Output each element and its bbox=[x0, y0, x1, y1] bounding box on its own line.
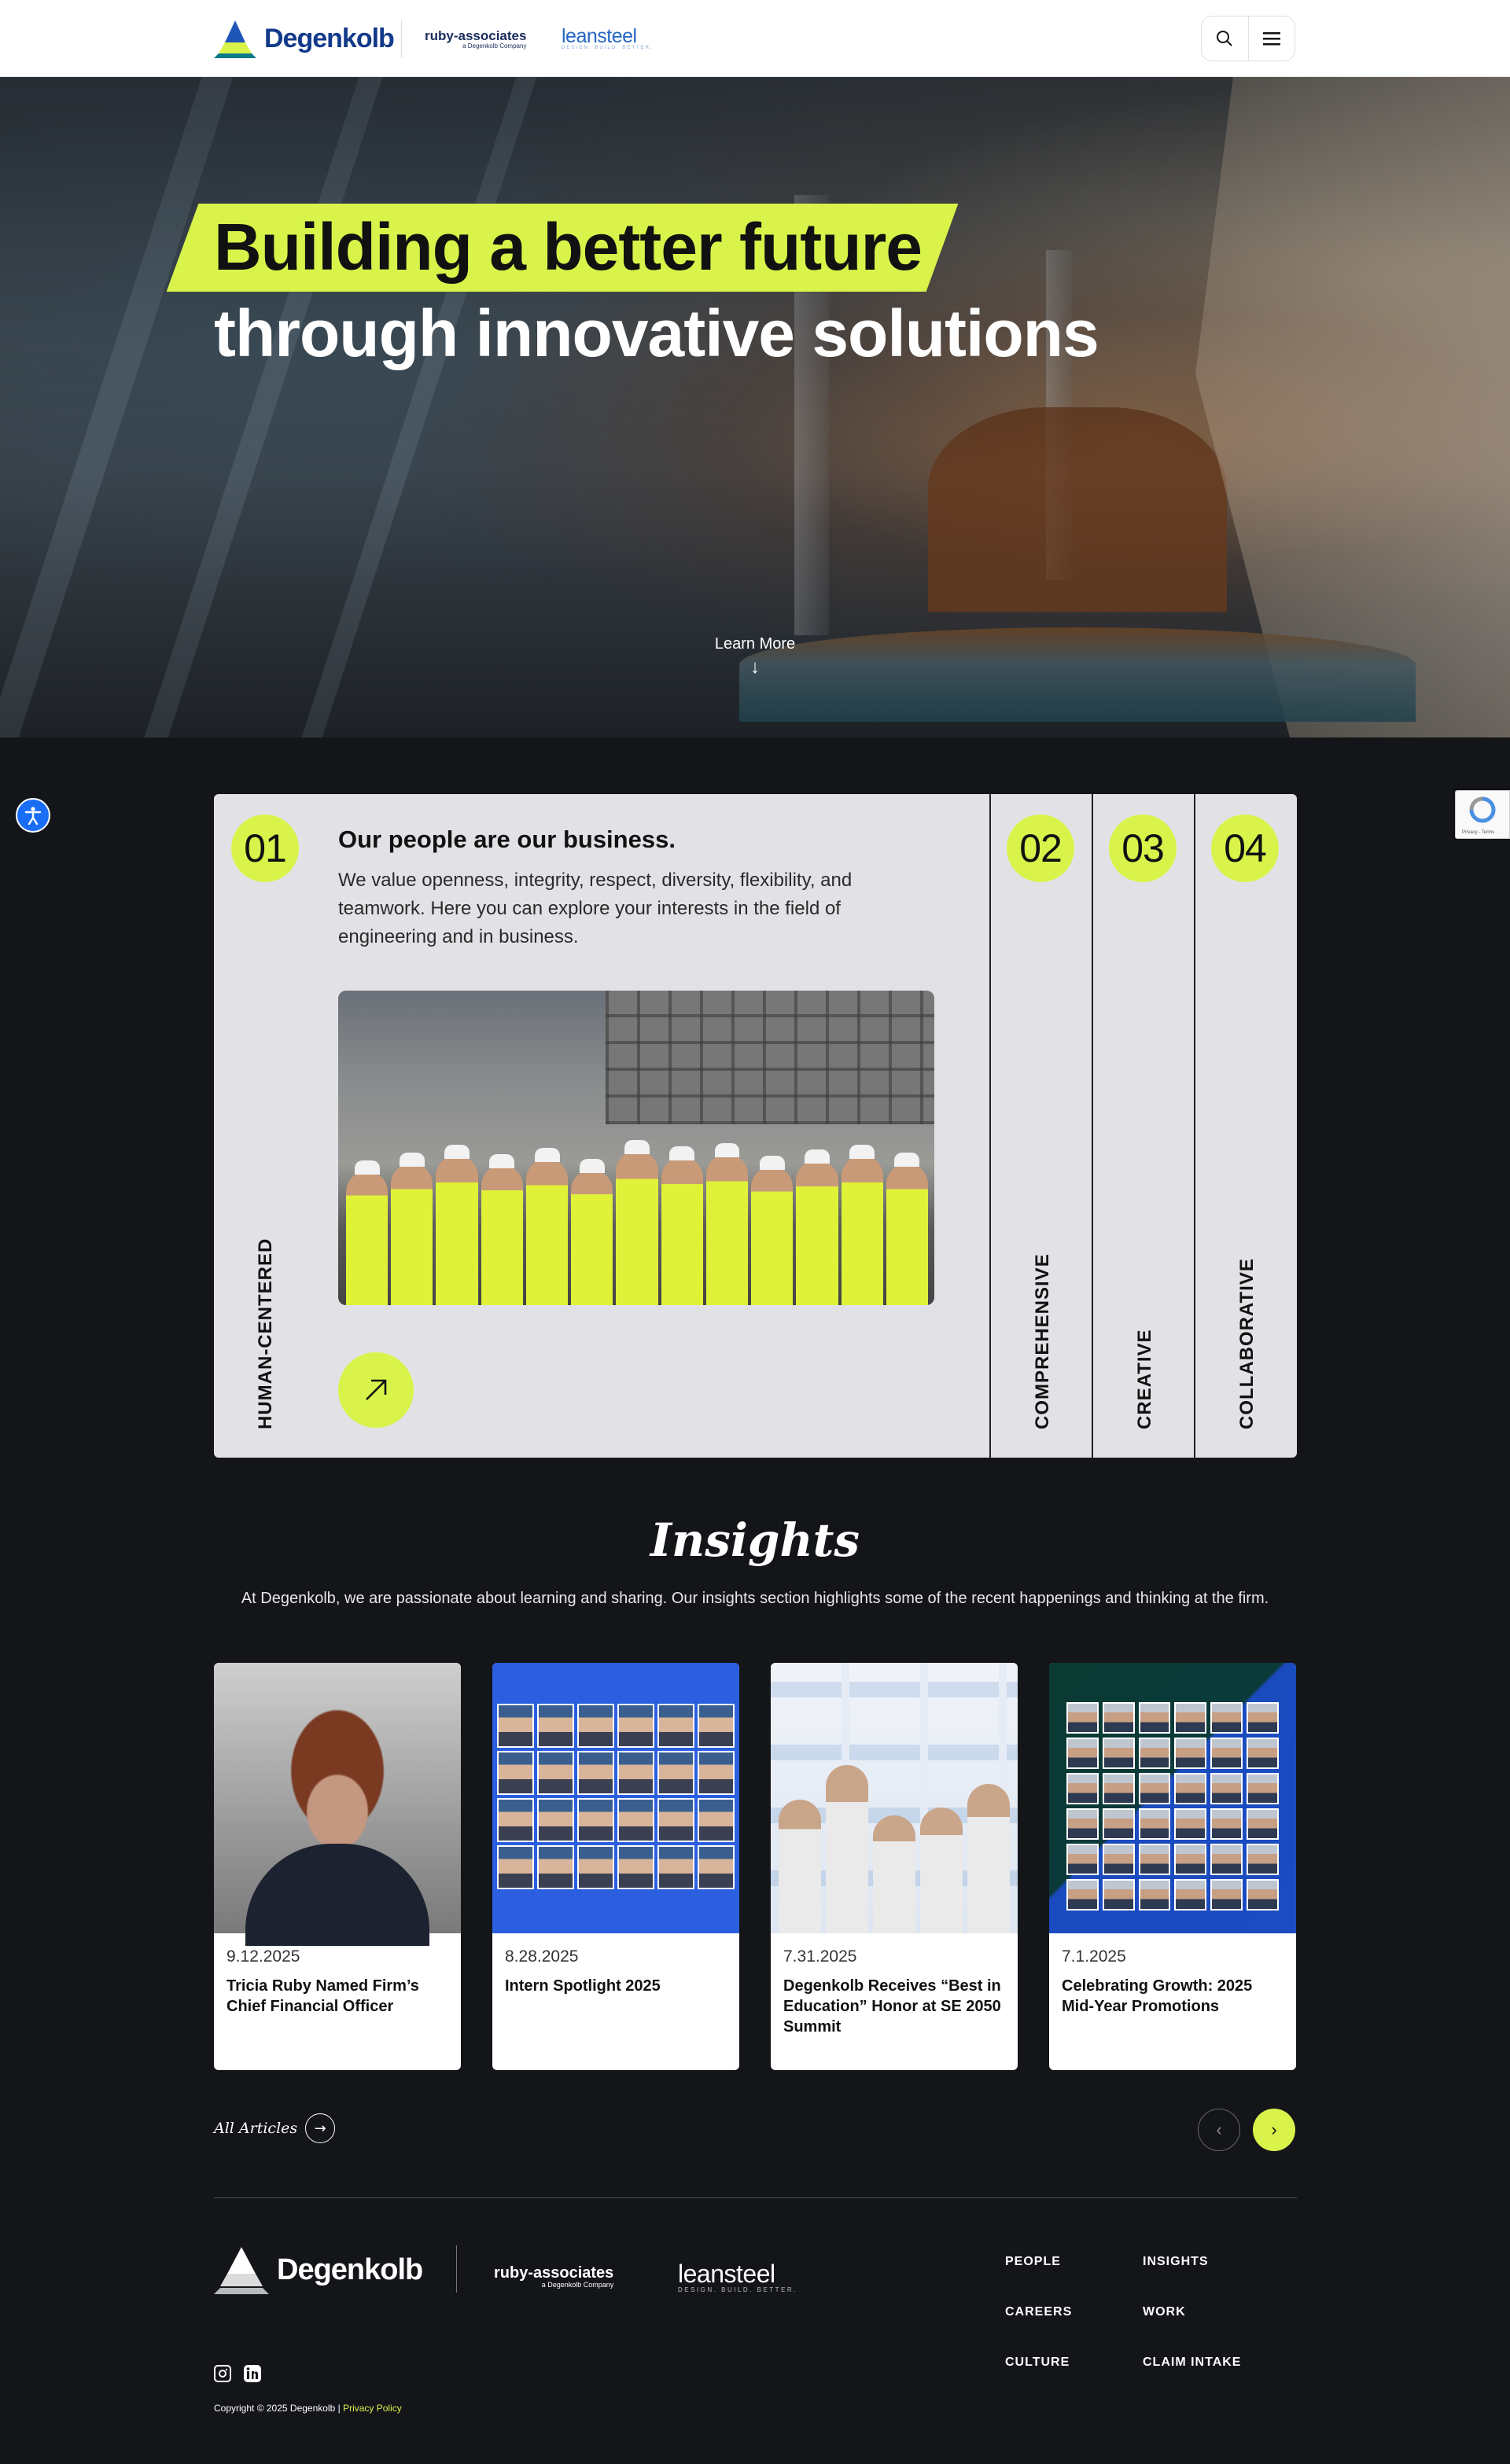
carousel-next-button[interactable]: › bbox=[1253, 2109, 1295, 2151]
value-description: We value openness, integrity, respect, d… bbox=[338, 870, 853, 947]
ruby-associates-tagline: a Degenkolb Company bbox=[462, 42, 527, 50]
footer-brand-text: Degenkolb bbox=[277, 2253, 423, 2286]
arrow-up-right-icon bbox=[366, 1379, 387, 1400]
leansteel-tagline: DESIGN. BUILD. BETTER. bbox=[562, 46, 654, 50]
footer-link-culture[interactable]: CULTURE bbox=[1005, 2356, 1070, 2370]
leansteel-logo-text: leansteel bbox=[562, 25, 637, 47]
article-image bbox=[214, 1663, 461, 1946]
hero-title-line-2: through innovative solutions bbox=[214, 296, 1099, 370]
site-header: Degenkolb ruby-associates a Degenkolb Co… bbox=[0, 0, 1510, 77]
footer-ruby-associates-logo[interactable]: ruby-associates a Degenkolb Company bbox=[494, 2264, 613, 2289]
menu-icon bbox=[1262, 32, 1280, 46]
article-date: 9.12.2025 bbox=[226, 1947, 300, 1966]
value-tab-label: CREATIVE bbox=[1134, 1329, 1155, 1429]
degenkolb-logo-mark-icon bbox=[214, 2247, 269, 2294]
linkedin-icon[interactable] bbox=[244, 2365, 261, 2382]
footer-degenkolb-logo[interactable]: Degenkolb bbox=[214, 2245, 423, 2294]
degenkolb-logo[interactable]: Degenkolb bbox=[214, 19, 395, 58]
arrow-down-icon: ↓ bbox=[750, 656, 760, 678]
value-panel-human-centered: 01 HUMAN-CENTERED Our people are our bus… bbox=[214, 794, 989, 1458]
search-button[interactable] bbox=[1202, 17, 1248, 61]
degenkolb-logo-text: Degenkolb bbox=[264, 23, 395, 53]
article-card[interactable]: 7.1.2025 Celebrating Growth: 2025 Mid-Ye… bbox=[1049, 1663, 1296, 2070]
footer-link-people[interactable]: PEOPLE bbox=[1005, 2255, 1061, 2269]
chevron-left-icon: ‹ bbox=[1216, 2120, 1222, 2139]
copyright-text: Copyright © 2025 Degenkolb | bbox=[214, 2403, 344, 2414]
footer-divider bbox=[214, 2197, 1297, 2198]
header-divider bbox=[401, 20, 402, 58]
value-number: 01 bbox=[231, 815, 299, 882]
footer-logo-divider bbox=[456, 2245, 457, 2293]
value-tab-number: 02 bbox=[1007, 815, 1074, 882]
footer-ruby-text: ruby-associates bbox=[494, 2264, 614, 2282]
instagram-icon[interactable] bbox=[214, 2365, 231, 2382]
article-image bbox=[492, 1663, 739, 1933]
copyright: Copyright © 2025 Degenkolb | Privacy Pol… bbox=[214, 2403, 402, 2414]
value-label-vertical: HUMAN-CENTERED bbox=[255, 1238, 276, 1429]
footer-leansteel-text: leansteel bbox=[678, 2260, 775, 2288]
recaptcha-terms: Privacy - Terms bbox=[1462, 830, 1495, 835]
footer-link-insights[interactable]: INSIGHTS bbox=[1143, 2255, 1209, 2269]
article-card[interactable]: 7.31.2025 Degenkolb Receives “Best in Ed… bbox=[771, 1663, 1018, 2070]
all-articles-label: All Articles bbox=[214, 2120, 298, 2137]
hero-section: Building a better future through innovat… bbox=[0, 77, 1510, 737]
chevron-right-icon: › bbox=[1271, 2120, 1277, 2139]
footer-link-careers[interactable]: CAREERS bbox=[1005, 2305, 1072, 2319]
privacy-policy-link[interactable]: Privacy Policy bbox=[343, 2403, 402, 2414]
article-title: Tricia Ruby Named Firm’s Chief Financial… bbox=[226, 1977, 419, 2015]
footer-leansteel-tagline: DESIGN. BUILD. BETTER. bbox=[678, 2286, 797, 2293]
search-icon bbox=[1217, 31, 1232, 46]
article-image bbox=[771, 1663, 1018, 1933]
footer-link-work[interactable]: WORK bbox=[1143, 2305, 1186, 2319]
value-tab-comprehensive[interactable]: 02 COMPREHENSIVE bbox=[989, 794, 1092, 1458]
header-actions bbox=[1201, 16, 1295, 61]
all-articles-link[interactable]: All Articles → bbox=[214, 2113, 336, 2143]
leansteel-logo[interactable]: leansteel DESIGN. BUILD. BETTER. bbox=[562, 25, 654, 50]
photo-team-group bbox=[346, 1109, 929, 1305]
value-title: Our people are our business. bbox=[338, 826, 676, 853]
article-title: Degenkolb Receives “Best in Education” H… bbox=[783, 1977, 1001, 2036]
ruby-associates-logo[interactable]: ruby-associates a Degenkolb Company bbox=[425, 28, 526, 50]
accessibility-icon bbox=[24, 807, 42, 826]
value-tab-label: COMPREHENSIVE bbox=[1032, 1253, 1053, 1429]
recaptcha-icon bbox=[1469, 796, 1496, 823]
value-tab-number: 03 bbox=[1109, 815, 1177, 882]
team-photo bbox=[338, 991, 934, 1305]
values-panel: 01 HUMAN-CENTERED Our people are our bus… bbox=[214, 794, 1297, 1458]
footer-ruby-tagline: a Degenkolb Company bbox=[541, 2281, 614, 2289]
arrow-right-icon: → bbox=[305, 2113, 336, 2143]
learn-more-link[interactable]: Learn More ↓ bbox=[708, 635, 802, 679]
value-open-button[interactable] bbox=[338, 1352, 414, 1428]
ruby-associates-logo-text: ruby-associates bbox=[425, 28, 527, 43]
article-date: 8.28.2025 bbox=[505, 1947, 579, 1966]
article-card[interactable]: 8.28.2025 Intern Spotlight 2025 bbox=[492, 1663, 739, 2070]
article-date: 7.1.2025 bbox=[1062, 1947, 1126, 1966]
article-date: 7.31.2025 bbox=[783, 1947, 857, 1966]
value-tab-creative[interactable]: 03 CREATIVE bbox=[1092, 794, 1194, 1458]
recaptcha-badge[interactable]: Privacy - Terms bbox=[1455, 790, 1510, 839]
footer-leansteel-logo[interactable]: leansteel DESIGN. BUILD. BETTER. bbox=[678, 2260, 797, 2293]
insights-title: Insights bbox=[650, 1513, 860, 1567]
article-image bbox=[1049, 1663, 1296, 1933]
degenkolb-logo-mark-icon bbox=[214, 19, 256, 58]
insights-subtitle: At Degenkolb, we are passionate about le… bbox=[241, 1590, 1269, 1607]
value-tab-collaborative[interactable]: 04 COLLABORATIVE bbox=[1194, 794, 1296, 1458]
menu-button[interactable] bbox=[1247, 17, 1295, 61]
carousel-prev-button[interactable]: ‹ bbox=[1198, 2109, 1240, 2151]
article-card[interactable]: 9.12.2025 Tricia Ruby Named Firm’s Chief… bbox=[214, 1663, 461, 2070]
article-title: Intern Spotlight 2025 bbox=[505, 1977, 661, 1995]
footer-link-claim-intake[interactable]: CLAIM INTAKE bbox=[1143, 2356, 1241, 2370]
hero-title-line-1: Building a better future bbox=[214, 210, 923, 284]
value-tab-number: 04 bbox=[1211, 815, 1279, 882]
article-title: Celebrating Growth: 2025 Mid-Year Promot… bbox=[1062, 1977, 1253, 2015]
learn-more-label: Learn More bbox=[714, 635, 796, 653]
value-tab-label: COLLABORATIVE bbox=[1236, 1258, 1258, 1429]
photo-scaffolding bbox=[606, 991, 934, 1124]
accessibility-button[interactable] bbox=[16, 798, 50, 833]
